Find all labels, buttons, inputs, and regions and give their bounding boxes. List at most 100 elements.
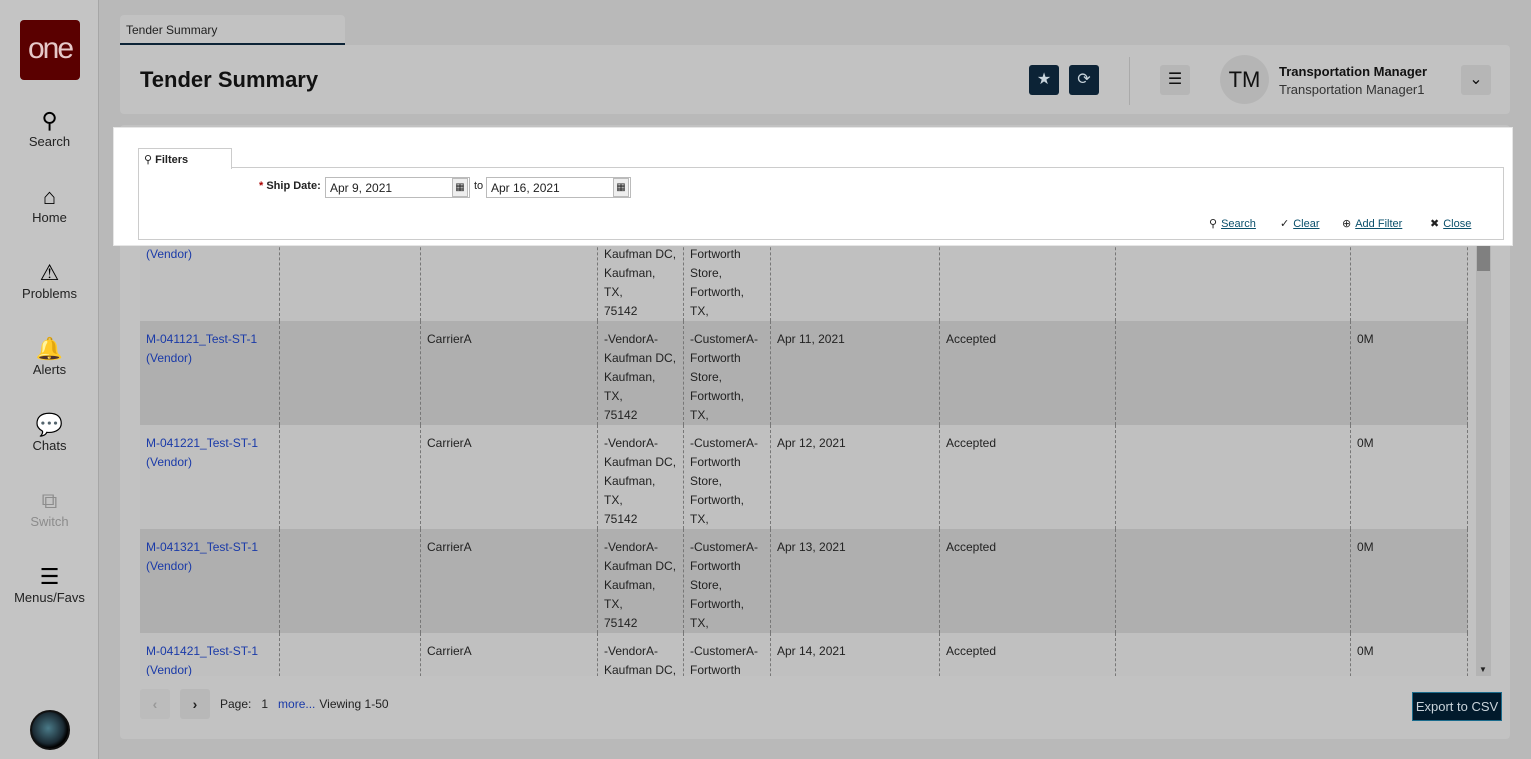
filters-box: * Ship Date: Apr 9, 2021 ▦ to Apr 16, 20… bbox=[138, 167, 1504, 240]
destination-line: Fortworth, TX, bbox=[690, 597, 745, 630]
table-cell: Accepted bbox=[940, 321, 1116, 425]
destination-line: Fortworth, TX, bbox=[690, 285, 745, 318]
tender-id-link[interactable]: M-041221_Test-ST-1 bbox=[146, 436, 258, 450]
value: 0M bbox=[1357, 540, 1374, 554]
tender-type-link[interactable]: (Vendor) bbox=[146, 247, 192, 261]
destination-line: Store, bbox=[690, 474, 723, 488]
calendar-icon[interactable]: ▦ bbox=[613, 178, 629, 197]
table-row[interactable]: M-041221_Test-ST-1 (Vendor) CarrierA -Vendo… bbox=[140, 425, 1468, 545]
origin-line: Kaufman DC, bbox=[604, 559, 677, 573]
table-cell: -VendorA- Kaufman DC, Kaufman, TX, 75142 bbox=[598, 529, 684, 633]
tender-type-link[interactable]: (Vendor) bbox=[146, 663, 192, 676]
user-avatar[interactable]: TM bbox=[1220, 55, 1269, 104]
table-cell: Accepted bbox=[940, 529, 1116, 633]
search-icon: ⚲ bbox=[1209, 218, 1218, 230]
value: 0M bbox=[1357, 644, 1374, 658]
table-cell: -CustomerA-FortworthStore,Fortworth, TX,… bbox=[684, 321, 771, 441]
table-cell: -CustomerA-FortworthStore,Fortworth, TX,… bbox=[684, 425, 771, 545]
sidebar-item-problems[interactable]: ⚠ Problems bbox=[0, 260, 99, 301]
tender-type-link[interactable]: (Vendor) bbox=[146, 559, 192, 573]
sidebar-item-home[interactable]: ⌂ Home bbox=[0, 184, 99, 225]
export-csv-button[interactable]: Export to CSV bbox=[1412, 692, 1502, 721]
page-label: Page: bbox=[220, 697, 252, 711]
label: Menus/Favs bbox=[14, 590, 85, 605]
tender-type-link[interactable]: (Vendor) bbox=[146, 455, 192, 469]
sidebar-item-alerts[interactable]: 🔔 Alerts bbox=[0, 336, 99, 377]
scroll-down-icon[interactable]: ▼ bbox=[1479, 665, 1487, 674]
clear-link[interactable]: Clear bbox=[1293, 218, 1319, 230]
table-cell: CarrierA bbox=[421, 321, 598, 425]
destination-line: -CustomerA- bbox=[690, 644, 759, 658]
filters-tab[interactable]: ⚲ Filters bbox=[138, 148, 232, 169]
filter-search-action[interactable]: ⚲ Search bbox=[1209, 217, 1256, 230]
viewing-range: Viewing 1-50 bbox=[319, 697, 389, 711]
tender-type-link[interactable]: (Vendor) bbox=[146, 351, 192, 365]
more-pages-link[interactable]: more... bbox=[278, 697, 315, 711]
ship-date-from-input[interactable]: Apr 9, 2021 bbox=[325, 177, 470, 198]
ship-date: Apr 13, 2021 bbox=[777, 540, 846, 554]
star-icon: ★ bbox=[1036, 71, 1052, 88]
origin-line: -VendorA- bbox=[604, 332, 659, 346]
destination-line: Store, bbox=[690, 370, 723, 384]
label: Chats bbox=[32, 438, 67, 453]
table-cell: M-041421_Test-ST-1 (Vendor) bbox=[140, 633, 280, 676]
table-row[interactable]: M-041421_Test-ST-1 (Vendor) CarrierA -Vendo… bbox=[140, 633, 1468, 676]
bell-icon: 🔔 bbox=[35, 336, 64, 361]
close-link[interactable]: Close bbox=[1443, 218, 1471, 230]
close-icon: ✖ bbox=[1430, 218, 1440, 230]
label: Switch bbox=[30, 514, 69, 529]
favorite-button[interactable]: ★ bbox=[1029, 65, 1059, 95]
destination-line: Fortworth bbox=[690, 559, 741, 573]
search-link[interactable]: Search bbox=[1221, 218, 1256, 230]
ship-date-to-input[interactable]: Apr 16, 2021 bbox=[486, 177, 631, 198]
tender-id-link[interactable]: M-041321_Test-ST-1 bbox=[146, 540, 258, 554]
carrier: CarrierA bbox=[427, 332, 472, 346]
assistant-avatar[interactable] bbox=[30, 710, 70, 750]
sidebar-item-menus-favs[interactable]: ☰ Menus/Favs bbox=[0, 564, 99, 605]
user-menu-button[interactable]: ⌄ bbox=[1461, 65, 1491, 95]
sidebar-item-search[interactable]: ⚲ Search bbox=[0, 108, 99, 149]
table-cell: CarrierA bbox=[421, 425, 598, 529]
add-filter-link[interactable]: Add Filter bbox=[1355, 218, 1402, 230]
table-cell: -VendorA- Kaufman DC, Kaufman, TX, 75142 bbox=[598, 425, 684, 529]
add-filter-action[interactable]: ⊕ Add Filter bbox=[1342, 217, 1402, 230]
origin-line: -VendorA- bbox=[604, 644, 659, 658]
table-cell: M-041221_Test-ST-1 (Vendor) bbox=[140, 425, 280, 529]
destination-line: Fortworth, TX, bbox=[690, 389, 745, 422]
one-logo[interactable]: one bbox=[20, 20, 80, 80]
sidebar-item-chats[interactable]: 💬 Chats bbox=[0, 412, 99, 453]
refresh-button[interactable]: ⟳ bbox=[1069, 65, 1099, 95]
tender-id-link[interactable]: M-041121_Test-ST-1 bbox=[146, 332, 257, 346]
origin-line: -VendorA- bbox=[604, 540, 659, 554]
table-cell: -CustomerA-FortworthStore,Fortworth, TX,… bbox=[684, 633, 771, 676]
tab-tender-summary[interactable]: Tender Summary bbox=[120, 15, 345, 45]
tender-id-link[interactable]: M-041421_Test-ST-1 bbox=[146, 644, 258, 658]
destination-line: Fortworth bbox=[690, 663, 741, 676]
table-cell: 0M bbox=[1351, 529, 1468, 633]
table-row[interactable]: M-041121_Test-ST-1 (Vendor) CarrierA -Vendo… bbox=[140, 321, 1468, 441]
table-cell bbox=[280, 529, 421, 633]
tender-grid: M-041021_Test-ST-1(Vendor)CarrierA-Vendo… bbox=[140, 221, 1468, 676]
ship-date: Apr 11, 2021 bbox=[777, 332, 845, 346]
search-icon: ⚲ bbox=[41, 108, 58, 133]
prev-page-button[interactable]: ‹ bbox=[140, 689, 170, 719]
page-number: 1 bbox=[261, 697, 269, 711]
status: Accepted bbox=[946, 436, 997, 450]
destination-line: -CustomerA- bbox=[690, 540, 759, 554]
filter-clear-action[interactable]: ✓ Clear bbox=[1280, 217, 1320, 230]
menu-button[interactable]: ☰ bbox=[1160, 65, 1190, 95]
calendar-icon[interactable]: ▦ bbox=[452, 178, 468, 197]
destination-line: Fortworth bbox=[690, 351, 741, 365]
user-role: Transportation Manager1 bbox=[1279, 82, 1425, 97]
origin-line: 75142 bbox=[604, 512, 638, 526]
ship-date: Apr 14, 2021 bbox=[777, 644, 846, 658]
origin-line: 75142 bbox=[604, 304, 638, 318]
filter-close-action[interactable]: ✖ Close bbox=[1430, 217, 1471, 230]
table-cell bbox=[280, 321, 421, 425]
table-row[interactable]: M-041321_Test-ST-1 (Vendor) CarrierA -Vendo… bbox=[140, 529, 1468, 649]
table-cell: -VendorA- Kaufman DC, Kaufman, TX, 75142 bbox=[598, 321, 684, 425]
table-cell: 0M bbox=[1351, 633, 1468, 676]
vertical-scrollbar[interactable]: ▼ bbox=[1476, 221, 1491, 676]
next-page-button[interactable]: › bbox=[180, 689, 210, 719]
page-title: Tender Summary bbox=[140, 67, 319, 92]
